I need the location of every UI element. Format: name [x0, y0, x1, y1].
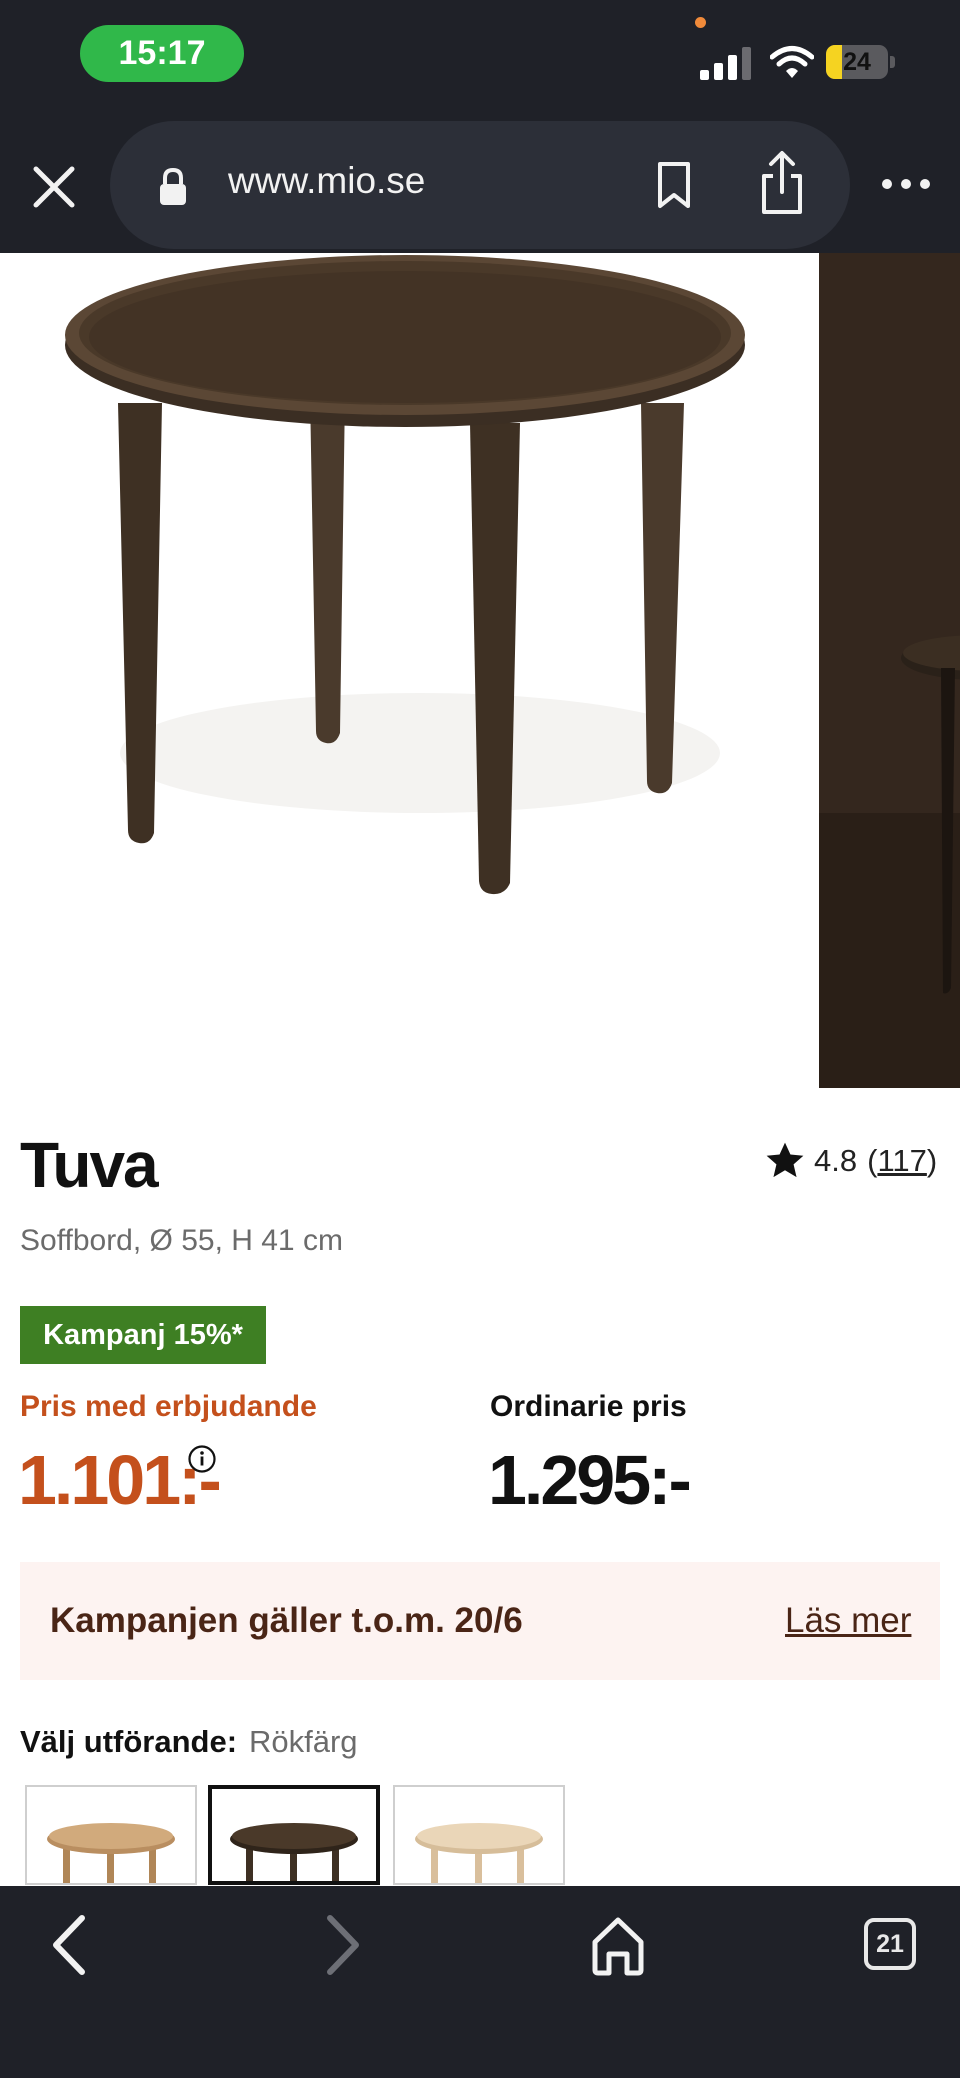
rating-count-link[interactable]: 117	[877, 1143, 926, 1179]
url-text[interactable]: www.mio.se	[228, 160, 425, 202]
tabs-button[interactable]: 21	[864, 1918, 916, 1970]
campaign-badge: Kampanj 15%*	[20, 1306, 266, 1364]
variant-value: Rökfärg	[249, 1724, 358, 1759]
home-icon[interactable]	[590, 1912, 646, 1978]
wifi-icon	[770, 46, 814, 78]
ordinary-price: 1.295:-	[488, 1441, 692, 1519]
back-icon[interactable]	[44, 1912, 94, 1978]
cellular-signal-icon	[700, 47, 751, 80]
close-button[interactable]	[22, 155, 86, 219]
offer-price-label: Pris med erbjudande	[20, 1390, 317, 1423]
campaign-note: Kampanjen gäller t.o.m. 20/6	[50, 1601, 523, 1640]
variant-swatch-white-oak[interactable]	[393, 1785, 565, 1885]
product-rating[interactable]: 4.8 ( 117 )	[764, 1136, 937, 1186]
forward-icon[interactable]	[318, 1912, 368, 1978]
status-time: 15:17	[80, 25, 244, 82]
variant-thumbnail	[415, 1823, 543, 1883]
product-image-gallery[interactable]	[0, 253, 960, 1088]
browser-bottom-toolbar	[0, 1886, 960, 2078]
product-image-next[interactable]	[819, 253, 960, 1088]
star-icon	[766, 1142, 804, 1178]
close-icon	[33, 166, 75, 208]
variant-label: Välj utförande:	[20, 1724, 238, 1759]
rating-close-paren: )	[926, 1143, 938, 1178]
address-bar[interactable]	[110, 121, 850, 249]
privacy-indicator-dot	[695, 17, 706, 28]
battery-icon: 24	[826, 45, 896, 79]
rating-open-paren: (	[867, 1143, 878, 1178]
variant-swatch-smoked[interactable]	[208, 1785, 380, 1885]
variant-swatch-light-oak[interactable]	[25, 1785, 197, 1885]
share-icon[interactable]	[756, 150, 808, 216]
rating-value: 4.8	[814, 1143, 858, 1178]
lock-icon	[160, 168, 186, 205]
variant-thumbnail	[230, 1823, 358, 1881]
bookmark-icon[interactable]	[654, 160, 694, 210]
product-subtitle: Soffbord, Ø 55, H 41 cm	[20, 1224, 343, 1257]
battery-level: 24	[843, 47, 871, 76]
ordinary-price-label: Ordinarie pris	[490, 1390, 687, 1423]
product-image-main[interactable]	[0, 253, 818, 1088]
variant-thumbnail	[47, 1823, 175, 1883]
read-more-link[interactable]: Läs mer	[785, 1601, 911, 1641]
product-title: Tuva	[20, 1129, 159, 1201]
info-icon[interactable]	[187, 1444, 217, 1474]
more-icon[interactable]	[880, 172, 932, 196]
